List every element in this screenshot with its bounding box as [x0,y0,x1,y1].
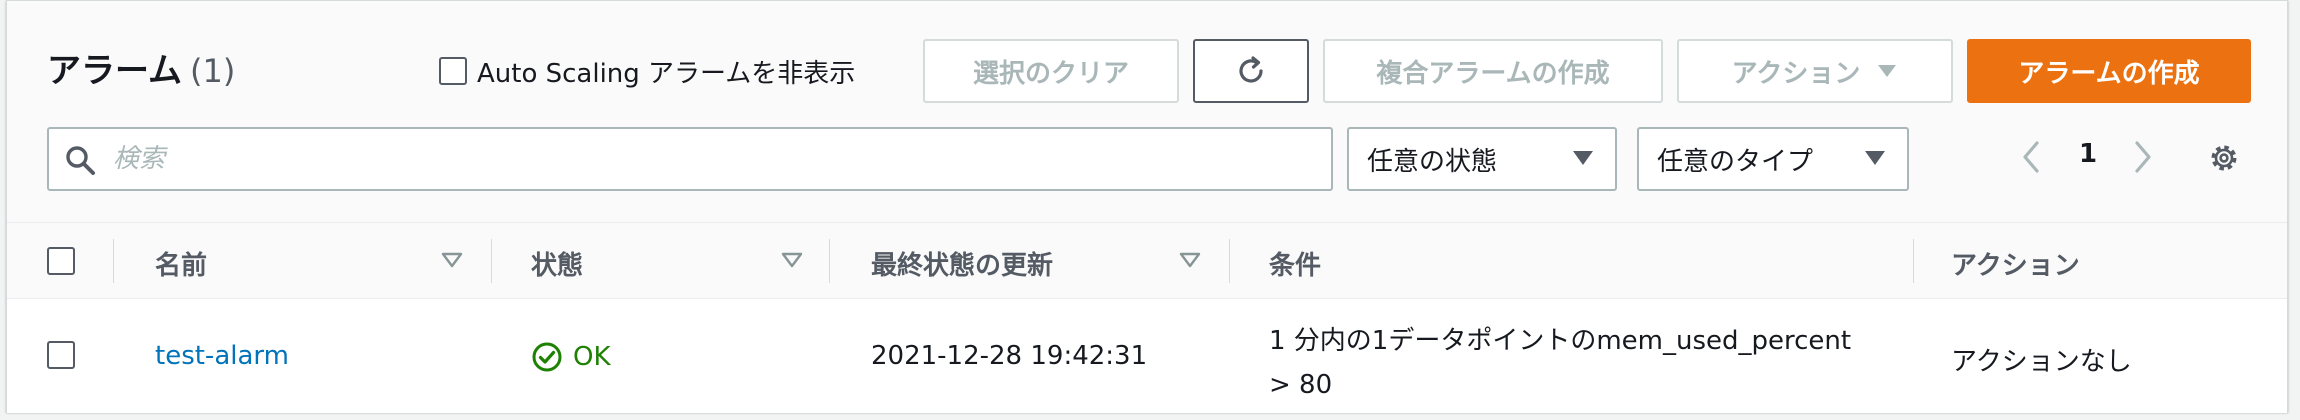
alarm-condition: 1 分内の1データポイントのmem_used_percent > 80 [1269,319,1851,407]
alarm-state: OK [531,341,611,373]
alarms-panel: アラーム (1) Auto Scaling アラームを非表示 選択のクリア 複合ア… [6,0,2288,413]
sort-icon[interactable] [1179,251,1201,269]
gear-icon[interactable] [2207,141,2241,175]
column-divider [113,239,114,283]
page-title-text: アラーム [47,51,182,91]
row-checkbox[interactable] [47,341,75,369]
alarm-count: (1) [189,52,236,90]
type-filter-select[interactable]: 任意のタイプ [1637,127,1909,191]
clear-selection-button[interactable]: 選択のクリア [923,39,1179,103]
select-all-checkbox[interactable] [47,247,75,275]
chevron-right-icon[interactable] [2131,139,2155,175]
column-header-actions: アクション [1951,251,2080,281]
actions-dropdown-button[interactable]: アクション [1677,39,1953,103]
alarm-name-link[interactable]: test-alarm [155,341,289,371]
current-page-number[interactable]: 1 [2079,139,2097,169]
refresh-icon [1239,56,1263,83]
column-header-last-update[interactable]: 最終状態の更新 [871,245,1053,282]
sort-icon[interactable] [441,251,463,269]
hide-autoscaling-checkbox[interactable] [439,57,467,85]
hide-autoscaling-label: Auto Scaling アラームを非表示 [477,59,856,89]
column-divider [491,239,492,283]
caret-down-icon [1573,151,1593,165]
column-divider [1229,239,1230,283]
alarms-header: アラーム (1) Auto Scaling アラームを非表示 選択のクリア 複合ア… [7,1,2287,223]
status-ok-icon [532,342,562,372]
alarm-actions: アクションなし [1951,347,2132,377]
table-header: 名前 状態 最終状態の更新 条件 アクション [7,223,2287,299]
refresh-button[interactable] [1193,39,1309,103]
alarm-condition-line: 1 分内の1データポイントのmem_used_percent [1269,326,1852,356]
search-icon [66,146,95,175]
create-composite-alarm-button[interactable]: 複合アラームの作成 [1323,39,1663,103]
create-alarm-button[interactable]: アラームの作成 [1967,39,2251,103]
state-filter-select[interactable]: 任意の状態 [1347,127,1617,191]
alarm-last-update: 2021-12-28 19:42:31 [871,341,1148,371]
alarm-condition-line: > 80 [1269,370,1333,400]
caret-down-icon [1865,151,1885,165]
column-header-conditions: 条件 [1269,251,1322,281]
page-title: アラーム (1) [47,43,235,92]
alarm-state-text: OK [573,342,611,372]
search-input[interactable] [113,137,1313,181]
type-filter-value: 任意のタイプ [1657,146,1814,177]
column-divider [829,239,830,283]
table-row: test-alarm OK 2021-12-28 19:42:31 1 分内の1… [7,299,2287,413]
caret-down-icon [1878,65,1897,77]
search-box [47,127,1333,191]
actions-dropdown-label: アクション [1731,58,1861,89]
column-divider [1913,239,1914,283]
column-header-state[interactable]: 状態 [531,245,583,282]
chevron-left-icon[interactable] [2019,139,2043,175]
state-filter-value: 任意の状態 [1367,146,1498,177]
sort-icon[interactable] [781,251,803,269]
column-header-name[interactable]: 名前 [155,245,207,282]
